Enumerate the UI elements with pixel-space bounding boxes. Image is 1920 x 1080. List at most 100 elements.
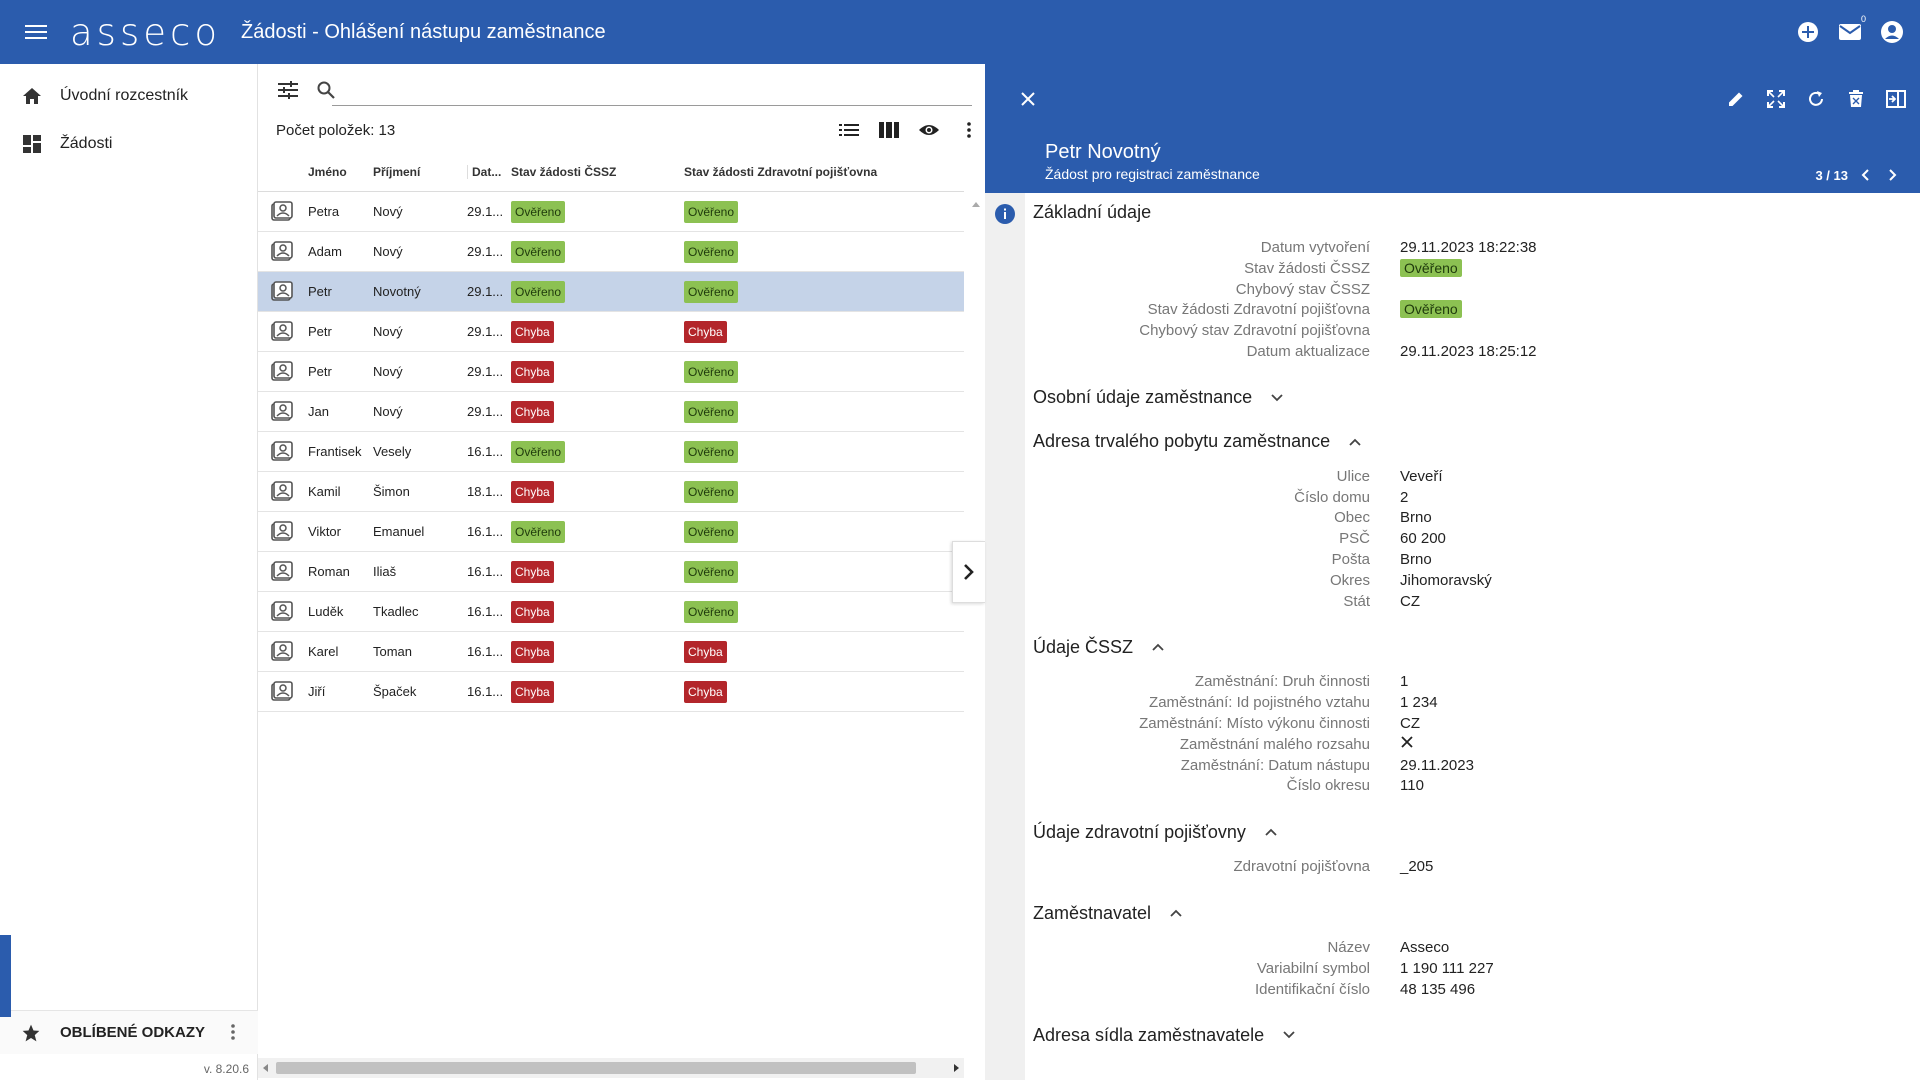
detail-header: Petr Novotný Žádost pro registraci zaměs…	[985, 64, 1920, 193]
section-title[interactable]: Adresa trvalého pobytu zaměstnance	[1033, 431, 1366, 453]
status-badge: Chyba	[511, 640, 554, 663]
field-label: Okres	[1329, 571, 1370, 589]
menu-icon[interactable]	[18, 14, 54, 50]
favorites-bar[interactable]: OBLÍBENÉ ODKAZY	[0, 935, 258, 1054]
cell-last-name: Nový	[373, 404, 403, 419]
pager-label: 3 / 13	[1815, 167, 1848, 183]
horizontal-scrollbar[interactable]	[258, 1058, 964, 1078]
table-row[interactable]: Luděk Tkadlec 16.1... Chyba Ověřeno	[258, 592, 964, 632]
detail-scrollbar[interactable]	[1914, 193, 1920, 1080]
chevron-up-icon[interactable]	[1165, 902, 1187, 924]
table-row[interactable]: Petr Nový 29.1... Chyba Chyba	[258, 312, 964, 352]
field-label: Zaměstnání: Id pojistného vztahu	[1149, 694, 1370, 712]
chevron-left-icon[interactable]	[1854, 164, 1876, 186]
table-row[interactable]: Adam Nový 29.1... Ověřeno Ověřeno	[258, 232, 964, 272]
detail-field: Ulice Veveří	[985, 467, 1920, 487]
detail-field: Pošta Brno	[985, 550, 1920, 570]
add-circle-icon[interactable]	[1794, 14, 1822, 50]
table-row[interactable]: Jiří Špaček 16.1... Chyba Chyba	[258, 672, 964, 712]
field-label: Obec	[1334, 509, 1370, 527]
section-title[interactable]: Osobní údaje zaměstnance	[1033, 387, 1288, 409]
section-title[interactable]: Údaje zdravotní pojišťovny	[1033, 821, 1282, 843]
close-icon[interactable]	[1013, 84, 1043, 114]
chevron-up-icon[interactable]	[1344, 431, 1366, 453]
sidebar-item-requests[interactable]: Žádosti	[0, 120, 257, 168]
table-row[interactable]: Jan Nový 29.1... Chyba Ověřeno	[258, 392, 964, 432]
field-value: Jihomoravský	[1400, 571, 1492, 589]
table-row[interactable]: Karel Toman 16.1... Chyba Chyba	[258, 632, 964, 672]
mail-icon[interactable]: 0	[1836, 14, 1866, 50]
detail-field: Stav žádosti ČSSZ Ověřeno	[985, 258, 1920, 279]
scrollbar-thumb[interactable]	[276, 1062, 916, 1074]
edit-icon[interactable]	[1722, 84, 1750, 114]
cell-first-name: Petr	[308, 364, 332, 379]
refresh-icon[interactable]	[1802, 84, 1830, 114]
status-badge: Ověřeno	[684, 600, 739, 623]
detail-field: Stav žádosti Zdravotní pojišťovna Ověřeno	[985, 300, 1920, 320]
cell-first-name: Luděk	[308, 604, 344, 619]
detail-field: Název Asseco	[985, 938, 1920, 958]
cell-date: 16.1...	[467, 684, 504, 699]
section-title-label: Adresa trvalého pobytu zaměstnance	[1033, 431, 1331, 452]
filter-settings-icon[interactable]	[276, 78, 300, 102]
detail-field: Obec Brno	[985, 508, 1920, 528]
search-input[interactable]	[332, 76, 972, 106]
field-label: Zaměstnání: Datum nástupu	[1180, 756, 1370, 774]
fullscreen-icon[interactable]	[1762, 84, 1790, 114]
table-row[interactable]: Viktor Emanuel 16.1... Ověřeno Ověřeno	[258, 512, 964, 552]
request-avatar-icon	[258, 320, 308, 343]
table-row[interactable]: Frantisek Vesely 16.1... Ověřeno Ověřeno	[258, 432, 964, 472]
account-icon[interactable]	[1878, 14, 1906, 50]
section-title[interactable]: Základní údaje	[1033, 202, 1151, 223]
cell-last-name: Nový	[373, 364, 403, 379]
detail-field: PSČ 60 200	[985, 529, 1920, 549]
list-view-icon[interactable]	[835, 116, 863, 144]
logo[interactable]: asseco	[70, 11, 221, 54]
table-row[interactable]: Kamil Šimon 18.1... Chyba Ověřeno	[258, 472, 964, 512]
open-in-panel-icon[interactable]	[1882, 84, 1910, 114]
cell-date: 29.1...	[467, 284, 504, 299]
column-header-last-name[interactable]: Příjmení	[373, 165, 467, 179]
field-value: Brno	[1400, 551, 1432, 568]
visibility-settings-icon[interactable]	[915, 116, 943, 144]
cell-first-name: Karel	[308, 644, 339, 659]
table-row[interactable]: Petr Novotný 29.1... Ověřeno Ověřeno	[258, 272, 964, 312]
field-label: Stav žádosti Zdravotní pojišťovna	[1147, 301, 1370, 319]
table-row[interactable]: Roman Iliaš 16.1... Chyba Ověřeno	[258, 552, 964, 592]
delete-icon[interactable]	[1842, 84, 1870, 114]
expand-panel-button[interactable]	[952, 541, 985, 603]
chevron-down-icon[interactable]	[1278, 1024, 1300, 1046]
column-header-insurance-status[interactable]: Stav žádosti Zdravotní pojišťovna	[684, 165, 964, 179]
cell-date: 29.1...	[467, 204, 504, 219]
chevron-up-icon[interactable]	[1147, 636, 1169, 658]
vertical-scrollbar[interactable]	[970, 202, 982, 1080]
cell-first-name: Roman	[308, 564, 350, 579]
chevron-right-icon[interactable]	[1882, 164, 1904, 186]
chevron-down-icon[interactable]	[1266, 387, 1288, 409]
status-badge: Ověřeno	[684, 280, 739, 303]
section-title[interactable]: Zaměstnavatel	[1033, 902, 1187, 924]
section-title-label: Zaměstnavatel	[1033, 902, 1152, 923]
column-header-cssz-status[interactable]: Stav žádosti ČSSZ	[511, 165, 684, 179]
status-badge: Chyba	[511, 600, 554, 623]
column-header-date[interactable]: Dat...	[467, 164, 511, 179]
more-vert-icon[interactable]	[955, 116, 983, 144]
detail-field: Zaměstnání: Místo výkonu činnosti CZ	[985, 714, 1920, 734]
column-header-first-name[interactable]: Jméno	[308, 165, 373, 179]
info-icon[interactable]	[994, 203, 1016, 225]
more-vert-icon[interactable]	[222, 1021, 244, 1043]
field-label: Zaměstnání: Druh činnosti	[1194, 673, 1370, 691]
column-view-icon[interactable]	[875, 116, 903, 144]
status-badge: Chyba	[511, 400, 554, 423]
chevron-up-icon[interactable]	[1260, 821, 1282, 843]
section-title[interactable]: Údaje ČSSZ	[1033, 636, 1169, 658]
status-badge: Chyba	[511, 480, 554, 503]
cell-date: 18.1...	[467, 484, 504, 499]
table-row[interactable]: Petr Nový 29.1... Chyba Ověřeno	[258, 352, 964, 392]
detail-field: Identifikační číslo 48 135 496	[985, 980, 1920, 1000]
section-title[interactable]: Adresa sídla zaměstnavatele	[1033, 1024, 1300, 1046]
status-badge: Chyba	[511, 320, 554, 343]
sidebar-item-home[interactable]: Úvodní rozcestník	[0, 72, 257, 120]
table-row[interactable]: Petra Nový 29.1... Ověřeno Ověřeno	[258, 192, 964, 232]
cell-date: 16.1...	[467, 564, 504, 579]
